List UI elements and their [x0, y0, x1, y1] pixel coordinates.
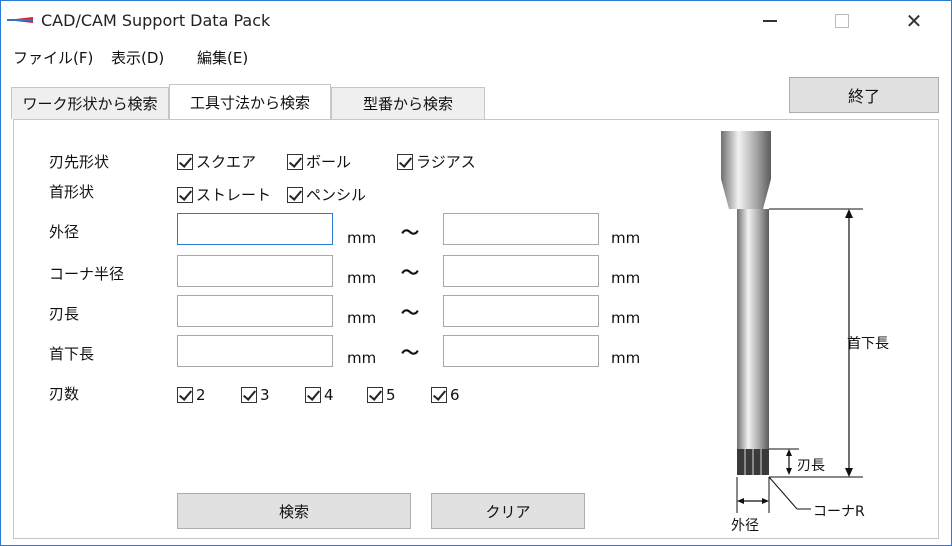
- checkbox-checked-icon: [177, 186, 193, 203]
- checkbox-checked-icon: [431, 387, 447, 403]
- outer-diameter-label: 外径: [49, 223, 80, 241]
- outer-diameter-diagram-label: 外径: [731, 518, 759, 534]
- exit-button[interactable]: 終了: [789, 77, 939, 113]
- clear-button[interactable]: クリア: [431, 493, 585, 529]
- checkbox-checked-icon: [177, 387, 193, 403]
- checkbox-label: 5: [386, 386, 396, 404]
- maximize-icon: [835, 14, 849, 28]
- menu-view[interactable]: 表示(D): [111, 47, 164, 68]
- neck-shape-label: 首形状: [49, 183, 95, 201]
- minimize-icon: [763, 20, 777, 22]
- checkbox-pencil[interactable]: ペンシル: [287, 184, 366, 205]
- range-tilde: 〜: [401, 303, 419, 324]
- checkbox-radius[interactable]: ラジアス: [397, 151, 476, 172]
- checkbox-label: ラジアス: [416, 153, 476, 171]
- close-button[interactable]: ✕: [879, 1, 949, 41]
- corner-r-diagram-label: コーナR: [813, 504, 865, 520]
- neck-shape: [737, 209, 769, 449]
- neck-length-min-input[interactable]: [177, 335, 333, 367]
- checkbox-checked-icon: [305, 387, 321, 403]
- unit-label: mm: [611, 269, 641, 287]
- checkbox-label: 6: [450, 386, 460, 404]
- neck-length-label: 首下長: [49, 345, 95, 363]
- blade-length-max-input[interactable]: [443, 295, 599, 327]
- checkbox-checked-icon: [287, 186, 303, 203]
- app-logo-icon: [7, 17, 33, 23]
- checkbox-checked-icon: [397, 153, 413, 170]
- range-tilde: 〜: [401, 343, 419, 364]
- tab-model-number[interactable]: 型番から検索: [331, 87, 485, 119]
- tab-tool-dimensions[interactable]: 工具寸法から検索: [169, 84, 331, 119]
- maximize-button[interactable]: [807, 1, 877, 41]
- blade-length-label: 刃長: [49, 305, 80, 323]
- checkbox-label: 3: [260, 386, 270, 404]
- taper-shape: [721, 179, 771, 209]
- checkbox-checked-icon: [241, 387, 257, 403]
- checkbox-label: ボール: [306, 153, 352, 171]
- unit-label: mm: [347, 309, 377, 327]
- checkbox-ball[interactable]: ボール: [287, 151, 351, 172]
- shank-shape: [721, 131, 771, 179]
- blade-length-min-input[interactable]: [177, 295, 333, 327]
- range-tilde: 〜: [401, 223, 419, 244]
- checkbox-checked-icon: [367, 387, 383, 403]
- menu-edit[interactable]: 編集(E): [197, 47, 248, 68]
- menu-bar: ファイル(F) 表示(D) 編集(E): [1, 41, 951, 73]
- title-bar: CAD/CAM Support Data Pack ✕: [1, 1, 951, 41]
- checkbox-label: ペンシル: [306, 186, 367, 204]
- corner-radius-label: コーナ半径: [49, 265, 125, 283]
- blade-length-diagram-label: 刃長: [797, 458, 825, 474]
- unit-label: mm: [347, 349, 377, 367]
- outer-diameter-max-input[interactable]: [443, 213, 599, 245]
- checkbox-flute-4[interactable]: 4: [305, 386, 334, 404]
- checkbox-label: 4: [324, 386, 334, 404]
- unit-label: mm: [611, 309, 641, 327]
- checkbox-square[interactable]: スクエア: [177, 151, 256, 172]
- checkbox-label: 2: [196, 386, 206, 404]
- neck-length-max-input[interactable]: [443, 335, 599, 367]
- end-mill-diagram: [721, 131, 863, 513]
- checkbox-label: スクエア: [196, 153, 257, 171]
- unit-label: mm: [611, 229, 641, 247]
- checkbox-straight[interactable]: ストレート: [177, 184, 271, 205]
- outer-diameter-min-input[interactable]: [177, 213, 333, 245]
- flutes-label: 刃数: [49, 385, 80, 403]
- search-button[interactable]: 検索: [177, 493, 411, 529]
- checkbox-checked-icon: [287, 153, 303, 170]
- unit-label: mm: [611, 349, 641, 367]
- app-window: CAD/CAM Support Data Pack ✕ ファイル(F) 表示(D…: [0, 0, 952, 546]
- minimize-button[interactable]: [735, 1, 805, 41]
- blade-shape-label: 刃先形状: [49, 153, 110, 171]
- checkbox-flute-3[interactable]: 3: [241, 386, 270, 404]
- checkbox-flute-6[interactable]: 6: [431, 386, 460, 404]
- corner-radius-max-input[interactable]: [443, 255, 599, 287]
- unit-label: mm: [347, 269, 377, 287]
- range-tilde: 〜: [401, 263, 419, 284]
- unit-label: mm: [347, 229, 377, 247]
- checkbox-label: ストレート: [196, 186, 272, 204]
- corner-radius-min-input[interactable]: [177, 255, 333, 287]
- checkbox-flute-5[interactable]: 5: [367, 386, 396, 404]
- tab-work-shape[interactable]: ワーク形状から検索: [11, 87, 169, 119]
- checkbox-checked-icon: [177, 153, 193, 170]
- menu-file[interactable]: ファイル(F): [13, 47, 93, 68]
- close-icon: ✕: [905, 9, 923, 33]
- window-title: CAD/CAM Support Data Pack: [41, 11, 271, 30]
- checkbox-flute-2[interactable]: 2: [177, 386, 206, 404]
- neck-length-diagram-label: 首下長: [847, 336, 889, 352]
